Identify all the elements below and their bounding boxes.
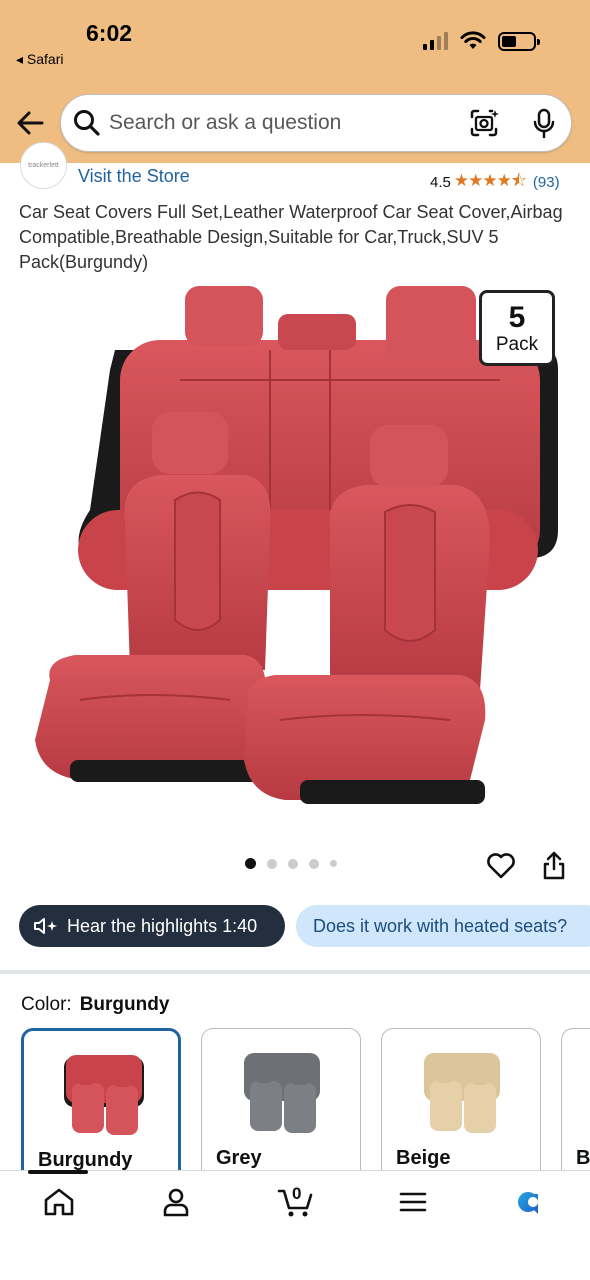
- image-carousel-dots[interactable]: [245, 858, 337, 869]
- beige-seat-thumbnail: [424, 1053, 500, 1133]
- wifi-icon: [460, 31, 486, 49]
- color-option-label: B: [576, 1147, 590, 1169]
- visit-store-link[interactable]: Visit the Store: [78, 166, 190, 187]
- status-icons: [423, 31, 540, 51]
- ask-question-chip[interactable]: Does it work with heated seats?: [296, 905, 590, 947]
- account-icon[interactable]: [159, 1186, 193, 1218]
- pack-number: 5: [508, 301, 526, 334]
- carousel-dot[interactable]: [267, 858, 277, 869]
- carousel-dot[interactable]: [245, 858, 256, 869]
- grey-seat-thumbnail: [244, 1053, 320, 1133]
- rating-count[interactable]: (93): [533, 174, 560, 191]
- cart-count: 0: [292, 1184, 302, 1203]
- hear-highlights-label: Hear the highlights 1:40: [67, 915, 258, 936]
- carousel-dot[interactable]: [330, 860, 337, 867]
- microphone-icon[interactable]: [531, 108, 557, 140]
- color-option-label: Grey: [216, 1147, 262, 1169]
- battery-icon: [498, 31, 540, 51]
- rating-value: 4.5: [430, 174, 451, 191]
- star-rating-icon: ★★★★⯪: [453, 171, 527, 190]
- search-icon: [74, 110, 100, 136]
- carousel-dot[interactable]: [288, 858, 298, 869]
- search-bar[interactable]: [60, 94, 572, 152]
- hear-highlights-button[interactable]: Hear the highlights 1:40: [19, 905, 285, 947]
- signal-icon: [423, 32, 448, 50]
- speaker-sparkle-icon: [34, 918, 57, 934]
- search-input[interactable]: [109, 111, 449, 135]
- rating[interactable]: 4.5 ★★★★⯪ (93): [430, 168, 560, 197]
- product-title: Car Seat Covers Full Set,Leather Waterpr…: [19, 202, 563, 272]
- carousel-dot[interactable]: [309, 858, 319, 869]
- home-icon[interactable]: [42, 1186, 76, 1218]
- menu-icon[interactable]: [396, 1186, 430, 1218]
- store-logo[interactable]: trackerlett: [20, 142, 67, 189]
- status-time: 6:02: [86, 20, 133, 46]
- color-option-black[interactable]: B: [561, 1028, 590, 1188]
- back-to-safari[interactable]: ◂ Safari: [16, 51, 64, 68]
- color-option-label: Beige: [396, 1147, 451, 1169]
- store-logo-text: trackerlett: [28, 162, 59, 169]
- color-option-label: Burgundy: [38, 1149, 133, 1171]
- selected-color: Burgundy: [79, 994, 170, 1015]
- color-label: Color:: [21, 994, 72, 1015]
- header-bar: 6:02 ◂ Safari: [0, 0, 590, 163]
- color-option-grey[interactable]: Grey: [201, 1028, 361, 1188]
- nav-active-indicator: [28, 1170, 88, 1174]
- color-selector-label: Color: Burgundy: [21, 994, 169, 1016]
- color-option-beige[interactable]: Beige: [381, 1028, 541, 1188]
- burgundy-seat-thumbnail: [64, 1055, 144, 1135]
- share-icon[interactable]: [540, 849, 568, 881]
- color-option-burgundy[interactable]: Burgundy: [21, 1028, 181, 1188]
- cart-button[interactable]: 0: [277, 1184, 317, 1218]
- pack-label: Pack: [495, 334, 539, 355]
- heart-icon[interactable]: [485, 849, 517, 881]
- divider: [0, 970, 590, 974]
- pack-badge: 5 Pack: [479, 290, 555, 366]
- camera-icon[interactable]: [469, 108, 499, 138]
- rufus-icon[interactable]: [512, 1186, 546, 1218]
- back-arrow-icon[interactable]: [14, 108, 48, 138]
